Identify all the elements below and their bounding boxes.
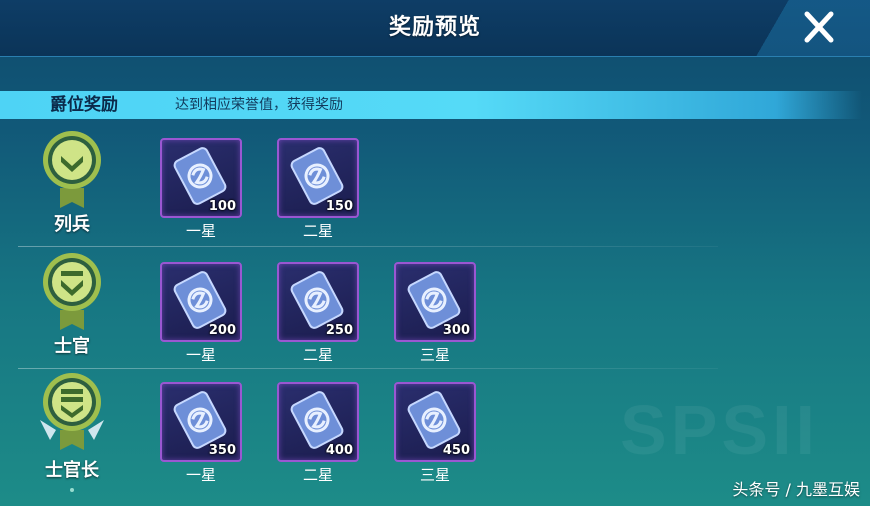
reward-item[interactable]: 100 一星 bbox=[160, 138, 242, 242]
reward-item[interactable]: 250 二星 bbox=[277, 262, 359, 366]
star-label: 一星 bbox=[185, 222, 216, 240]
reward-count: 400 bbox=[325, 443, 353, 458]
star-label: 一星 bbox=[185, 346, 216, 364]
reward-item[interactable]: 350 一星 bbox=[160, 382, 242, 486]
reward-item[interactable]: 450 三星 bbox=[394, 382, 476, 486]
star-label: 二星 bbox=[302, 222, 333, 240]
star-label: 一星 bbox=[185, 466, 216, 484]
reward-count: 150 bbox=[325, 199, 353, 214]
chevron-two-badge-icon bbox=[43, 253, 101, 330]
reward-card: 150 bbox=[277, 138, 359, 218]
chevron-three-winged-badge-icon bbox=[40, 373, 104, 450]
reward-card: 200 bbox=[160, 262, 242, 342]
reward-count: 250 bbox=[325, 323, 353, 338]
reward-count: 350 bbox=[208, 443, 236, 458]
star-label: 三星 bbox=[419, 346, 450, 364]
window-title: 奖励预览 bbox=[388, 15, 481, 40]
rank-name: 士官 bbox=[54, 336, 90, 357]
reward-card: 350 bbox=[160, 382, 242, 462]
reward-card: 250 bbox=[277, 262, 359, 342]
reward-item[interactable]: 150 二星 bbox=[277, 138, 359, 242]
reward-item[interactable]: 300 三星 bbox=[394, 262, 476, 366]
rank-name: 士官长 bbox=[45, 460, 99, 481]
reward-count: 200 bbox=[208, 323, 236, 338]
star-label: 三星 bbox=[419, 466, 450, 484]
row-divider bbox=[18, 246, 718, 247]
section-description: 达到相应荣誉值，获得奖励 bbox=[175, 97, 343, 113]
reward-item[interactable]: 400 二星 bbox=[277, 382, 359, 486]
reward-count: 100 bbox=[208, 199, 236, 214]
reward-card: 100 bbox=[160, 138, 242, 218]
row-divider bbox=[18, 368, 718, 369]
reward-card: 400 bbox=[277, 382, 359, 462]
reward-count: 300 bbox=[442, 323, 470, 338]
reward-count: 450 bbox=[442, 443, 470, 458]
close-button[interactable] bbox=[796, 6, 842, 48]
rank-name: 列兵 bbox=[54, 214, 90, 235]
star-label: 二星 bbox=[302, 346, 333, 364]
watermark: 头条号 / 九墨互娱 bbox=[732, 480, 860, 499]
rank-row-private: 列兵 100 一星 150 二星 bbox=[0, 128, 870, 250]
chevron-one-badge-icon bbox=[43, 131, 101, 208]
reward-card: 300 bbox=[394, 262, 476, 342]
reward-card: 450 bbox=[394, 382, 476, 462]
rank-row-sergeant: 士官 200 一星 250 二星 300 三星 bbox=[0, 250, 870, 372]
section-header: 爵位奖励 达到相应荣誉值，获得奖励 bbox=[0, 91, 862, 119]
reward-item[interactable]: 200 一星 bbox=[160, 262, 242, 366]
rank-row-chief-sergeant: 士官长 350 一星 400 二星 450 三星 bbox=[0, 370, 870, 492]
close-icon bbox=[804, 11, 834, 43]
scroll-indicator bbox=[70, 488, 74, 492]
star-label: 二星 bbox=[302, 466, 333, 484]
section-title: 爵位奖励 bbox=[50, 95, 118, 115]
